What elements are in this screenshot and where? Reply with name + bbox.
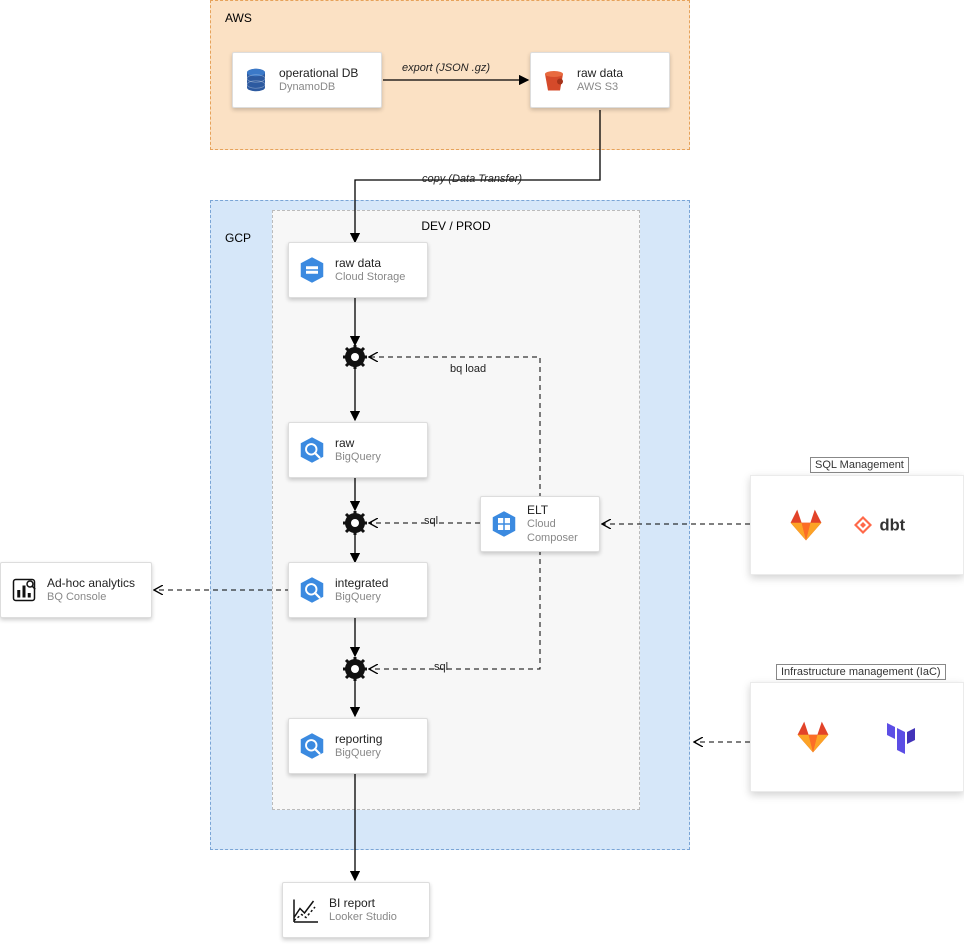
node-composer: ELT Cloud Composer [480,496,600,552]
iac-caption: Infrastructure management (IaC) [776,664,946,680]
node-bq-int-sub: BigQuery [335,591,388,605]
dbt-icon: dbt [848,495,938,555]
node-bq-rep-sub: BigQuery [335,747,382,761]
node-gcs-title: raw data [335,256,405,271]
node-dynamodb: operational DB DynamoDB [232,52,382,108]
node-bq-raw: raw BigQuery [288,422,428,478]
node-bq-int-title: integrated [335,576,388,591]
svg-text:dbt: dbt [880,516,906,534]
node-bq-raw-title: raw [335,436,381,451]
region-aws-label: AWS [225,11,252,25]
node-bq-rep-title: reporting [335,732,382,747]
node-composer-title: ELT [527,503,591,518]
bq-console-icon [9,575,39,605]
cloud-composer-icon [489,509,519,539]
node-looker-title: BI report [329,896,397,911]
edge-bqload-label: bq load [448,363,488,375]
toolbox-iac [750,682,964,792]
node-bq-integrated: integrated BigQuery [288,562,428,618]
region-gcp-label: GCP [225,231,251,245]
node-dynamodb-sub: DynamoDB [279,81,358,95]
edge-sql2-label: sql [432,661,450,673]
region-devprod-label: DEV / PROD [273,219,639,233]
cloud-storage-icon [297,255,327,285]
dynamodb-icon [241,65,271,95]
gitlab-icon [783,707,843,767]
bigquery-icon [297,731,327,761]
node-adhoc-sub: BQ Console [47,591,135,605]
node-gcs: raw data Cloud Storage [288,242,428,298]
node-adhoc: Ad-hoc analytics BQ Console [0,562,152,618]
bigquery-icon [297,435,327,465]
s3-icon [539,65,569,95]
bigquery-icon [297,575,327,605]
node-looker-sub: Looker Studio [329,911,397,925]
toolbox-sqlmgmt: dbt [750,475,964,575]
terraform-icon [871,707,931,767]
node-dynamodb-title: operational DB [279,66,358,81]
node-gcs-sub: Cloud Storage [335,271,405,285]
node-bq-reporting: reporting BigQuery [288,718,428,774]
node-bq-raw-sub: BigQuery [335,451,381,465]
node-s3-sub: AWS S3 [577,81,623,95]
node-s3-title: raw data [577,66,623,81]
node-composer-sub: Cloud Composer [527,518,591,546]
node-looker: BI report Looker Studio [282,882,430,938]
sqlmgmt-caption: SQL Management [810,457,909,473]
looker-icon [291,895,321,925]
edge-copy-label: copy (Data Transfer) [420,173,524,185]
node-adhoc-title: Ad-hoc analytics [47,576,135,591]
gitlab-icon [776,495,836,555]
edge-sql1-label: sql [422,515,440,527]
edge-export-label: export (JSON .gz) [400,62,492,74]
node-s3: raw data AWS S3 [530,52,670,108]
